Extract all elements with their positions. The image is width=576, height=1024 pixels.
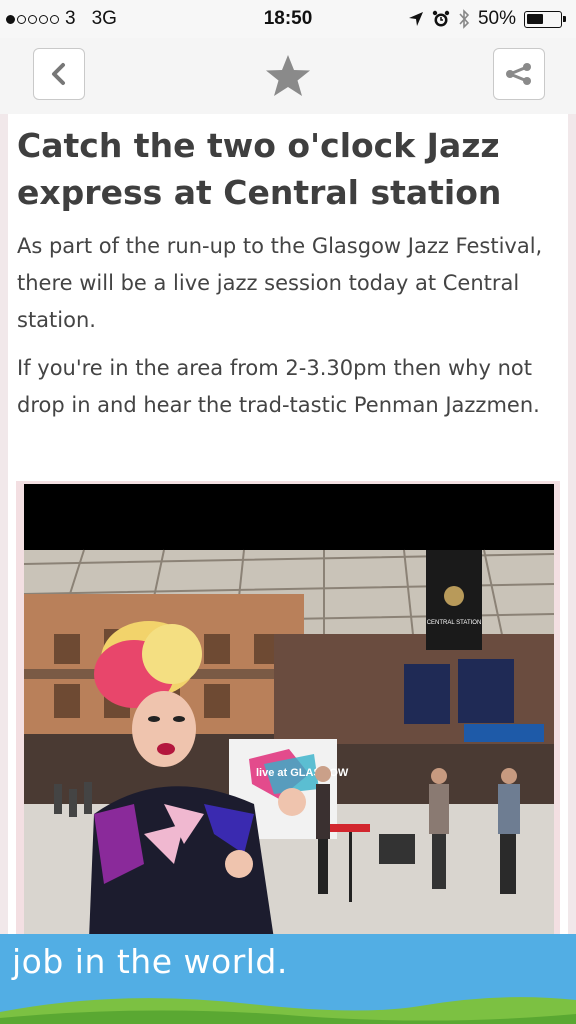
event-banner-text: live at GLASGOW [256,767,349,779]
location-arrow-icon [408,12,423,26]
ad-banner[interactable]: job in the world. [0,934,576,1024]
article-paragraph: As part of the run-up to the Glasgow Jaz… [17,234,543,332]
share-button[interactable] [493,48,545,100]
share-icon [506,63,531,85]
bluetooth-icon [459,9,470,29]
ad-banner-text: job in the world. [12,942,288,981]
article-photo[interactable]: CENTRAL STATION live at GLASGOW [24,484,554,939]
status-bar: 3 3G 18:50 50% [0,0,576,38]
article-paragraph: If you're in the area from 2-3.30pm then… [17,356,540,417]
chevron-left-icon [52,63,65,85]
back-button[interactable] [33,48,85,100]
battery-icon [524,10,566,28]
battery-percent: 50% [477,8,516,29]
status-icons: 50% [408,8,566,30]
article-title: Catch the two o'clock Jazz express at Ce… [17,126,502,212]
article: Catch the two o'clock Jazz express at Ce… [0,114,576,941]
alarm-clock-icon [432,10,450,27]
station-sign-text: CENTRAL STATION [427,620,482,626]
star-icon[interactable] [264,52,312,100]
toolbar [0,38,576,115]
station-scene-illustration: CENTRAL STATION live at GLASGOW [24,484,554,939]
